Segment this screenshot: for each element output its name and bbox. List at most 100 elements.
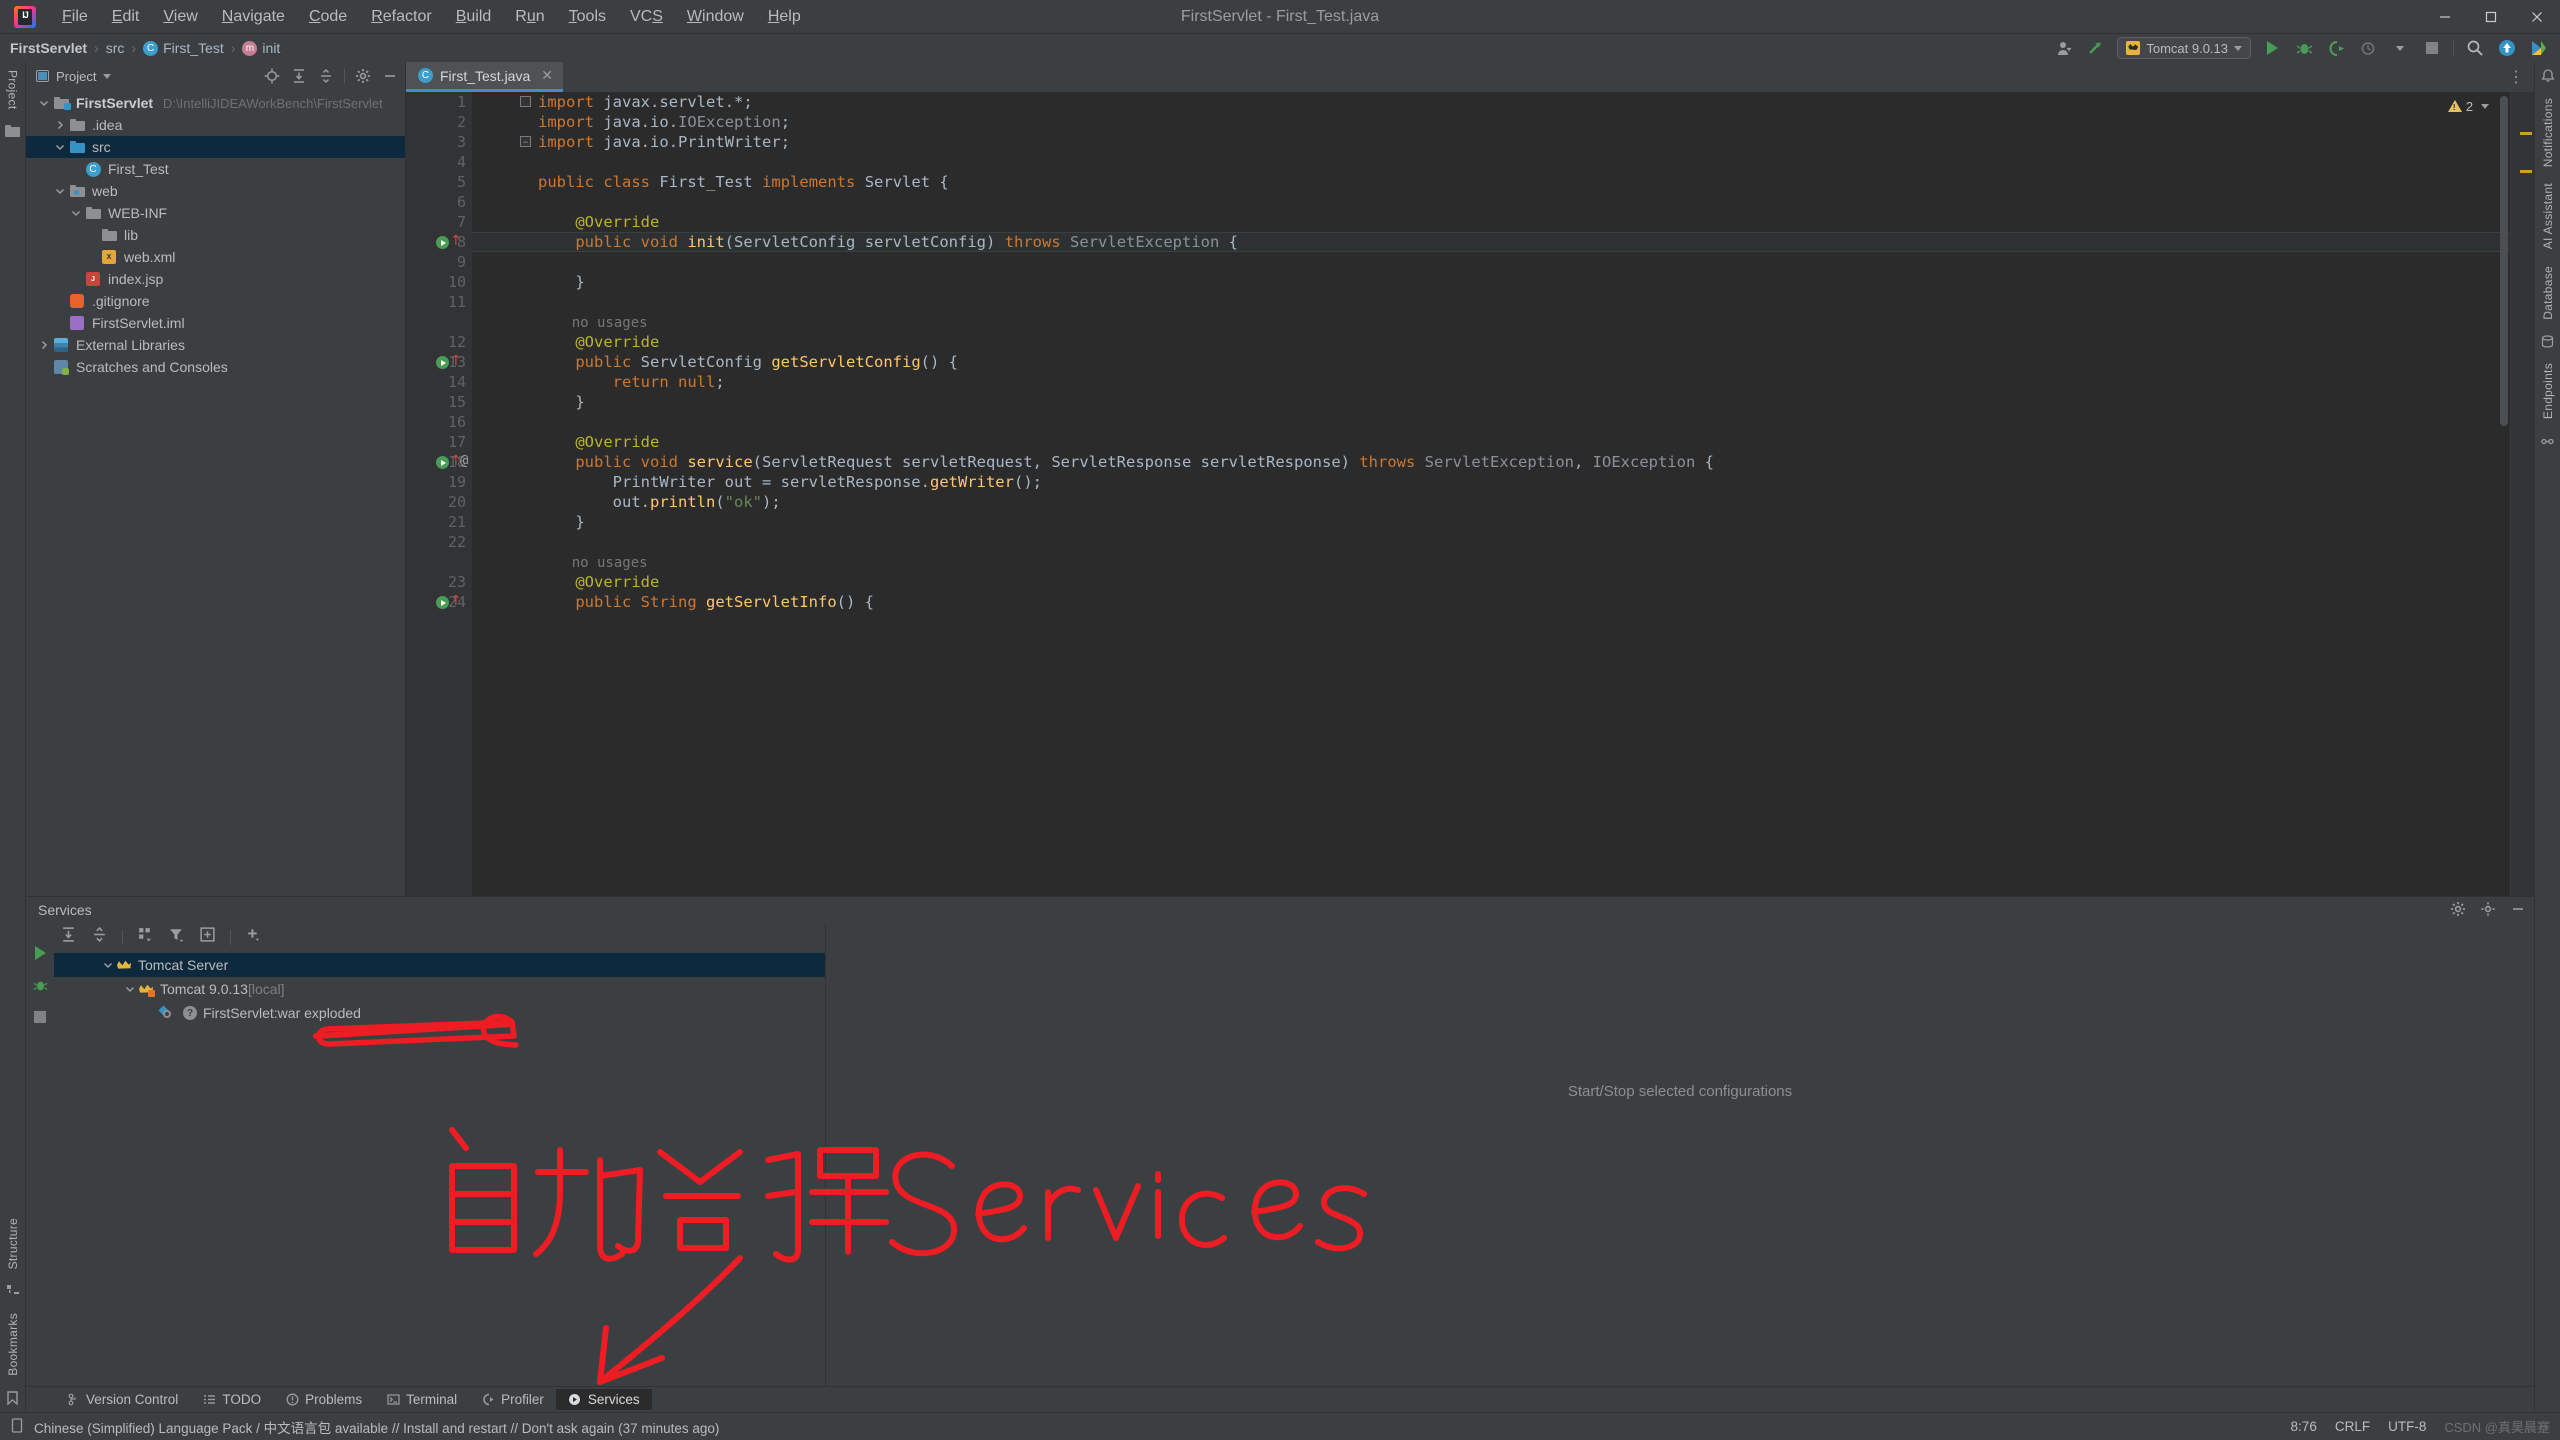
tree-node-first-test[interactable]: C First_Test [26, 158, 405, 180]
editor-body[interactable]: 1 2 3 4 5 6 7 8 ↑ 9 10 11 12 13 ↑ 14 15 16 17 18 ↑ @19 20 21 22 2… [406, 92, 2534, 896]
run-configuration-selector[interactable]: Tomcat 9.0.13 [2117, 37, 2251, 59]
rail-tab-bookmarks[interactable]: Bookmarks [6, 1305, 20, 1384]
locate-icon[interactable] [263, 67, 281, 85]
menu-item-window[interactable]: Window [675, 3, 756, 31]
chevron-down-icon[interactable] [52, 185, 68, 197]
menu-item-tools[interactable]: Tools [557, 3, 618, 31]
rail-tab-structure[interactable]: Structure [6, 1210, 20, 1277]
close-button[interactable] [2514, 0, 2560, 34]
menu-item-navigate[interactable]: Navigate [210, 3, 297, 31]
filter-icon[interactable] [168, 926, 185, 948]
editor-vertical-scrollbar[interactable] [2500, 96, 2508, 426]
notifications-bell-icon[interactable] [2540, 68, 2556, 84]
stop-icon[interactable] [32, 1009, 48, 1025]
tree-node-web-inf[interactable]: WEB-INF [26, 202, 405, 224]
editor-tab-first-test[interactable]: C First_Test.java ✕ [406, 62, 563, 92]
collapse-all-icon[interactable] [317, 67, 335, 85]
tool-tab-todo[interactable]: TODO [190, 1389, 273, 1410]
gutter-annotation-icon[interactable]: @ [460, 453, 468, 469]
run-with-coverage-button[interactable] [2325, 37, 2347, 59]
services-node-tomcat-server[interactable]: Tomcat Server [54, 953, 825, 977]
user-account-icon[interactable] [2053, 37, 2075, 59]
maximize-button[interactable] [2468, 0, 2514, 34]
run-icon[interactable] [32, 945, 48, 961]
tree-node-firstservlet-iml[interactable]: FirstServlet.iml [26, 312, 405, 334]
analysis-scrollbar[interactable] [2510, 92, 2534, 896]
menu-item-vcs[interactable]: VCS [618, 3, 675, 31]
breadcrumb-item-first-test[interactable]: C First_Test [143, 40, 224, 56]
services-node-tomcat-9-0-13[interactable]: Tomcat 9.0.13 [local] [54, 977, 825, 1001]
profiler-chevron-icon[interactable] [2389, 37, 2411, 59]
chevron-down-icon[interactable] [36, 97, 52, 109]
project-tree[interactable]: FirstServlet D:\IntelliJIDEAWorkBench\Fir… [26, 90, 405, 896]
rail-tab-endpoints[interactable]: Endpoints [2541, 355, 2555, 427]
tree-node-scratches-and-consoles[interactable]: Scratches and Consoles [26, 356, 405, 378]
expand-all-icon[interactable] [60, 926, 77, 948]
editor-gutter[interactable]: 1 2 3 4 5 6 7 8 ↑ 9 10 11 12 13 ↑ 14 15 16 17 18 ↑ @19 20 21 22 2… [406, 92, 472, 896]
tree-node-web-xml[interactable]: Xweb.xml [26, 246, 405, 268]
tool-tab-terminal[interactable]: Terminal [374, 1389, 469, 1410]
profiler-button[interactable] [2357, 37, 2379, 59]
chevron-right-icon[interactable] [52, 119, 68, 131]
close-icon[interactable]: ✕ [541, 67, 553, 84]
stop-button[interactable] [2421, 37, 2443, 59]
services-settings-icon[interactable] [2450, 901, 2466, 920]
tree-node--gitignore[interactable]: .gitignore [26, 290, 405, 312]
expand-all-icon[interactable] [290, 67, 308, 85]
debug-button[interactable] [2293, 37, 2315, 59]
tree-node-external-libraries[interactable]: External Libraries [26, 334, 405, 356]
code-content[interactable]: import javax.servlet.*; import java.io.IO… [472, 92, 2534, 896]
tool-tab-profiler[interactable]: Profiler [469, 1389, 556, 1410]
menu-item-build[interactable]: Build [444, 3, 504, 31]
services-hide-icon[interactable] [2510, 901, 2526, 920]
tool-tab-version-control[interactable]: Version Control [54, 1389, 190, 1410]
menu-item-run[interactable]: Run [503, 3, 556, 31]
minimize-button[interactable] [2422, 0, 2468, 34]
new-tab-icon[interactable] [199, 926, 216, 948]
services-node-firstservlet-war-exploded[interactable]: ? FirstServlet:war exploded [54, 1001, 825, 1025]
update-project-icon[interactable] [2496, 37, 2518, 59]
run-button[interactable] [2261, 37, 2283, 59]
caret-position[interactable]: 8:76 [2291, 1419, 2317, 1434]
breadcrumb-item-init[interactable]: m init [242, 40, 280, 56]
services-tree[interactable]: Tomcat Server Tomcat 9.0.13 [local]? First… [54, 951, 825, 1386]
ide-settings-icon[interactable] [2528, 37, 2550, 59]
chevron-down-icon[interactable] [100, 959, 116, 971]
breadcrumb-item-firstservlet[interactable]: FirstServlet [10, 40, 87, 56]
collapse-all-icon[interactable] [91, 926, 108, 948]
services-more-icon[interactable] [2480, 901, 2496, 920]
breadcrumb-item-src[interactable]: src [106, 40, 125, 56]
gutter-overriding-method-icon[interactable]: ↑ [450, 233, 462, 249]
gutter-overriding-method-icon[interactable]: ↑ [450, 593, 462, 609]
gutter-overriding-method-icon[interactable]: ↑ [450, 353, 462, 369]
code-folding-marker[interactable] [520, 96, 531, 107]
more-tabs-icon[interactable]: ⋮ [2508, 67, 2524, 87]
debug-icon[interactable] [32, 977, 48, 993]
menu-item-edit[interactable]: Edit [100, 3, 152, 31]
chevron-down-icon[interactable] [122, 983, 138, 995]
search-icon[interactable] [2464, 37, 2486, 59]
file-encoding[interactable]: UTF-8 [2388, 1419, 2426, 1434]
line-separator[interactable]: CRLF [2335, 1419, 2370, 1434]
chevron-down-icon[interactable] [52, 141, 68, 153]
menu-item-code[interactable]: Code [297, 3, 359, 31]
status-message[interactable]: Chinese (Simplified) Language Pack / 中文语… [34, 1417, 719, 1437]
menu-item-refactor[interactable]: Refactor [359, 3, 443, 31]
tree-node-firstservlet[interactable]: FirstServlet D:\IntelliJIDEAWorkBench\Fir… [26, 92, 405, 114]
tool-tab-problems[interactable]: Problems [273, 1389, 374, 1410]
tree-node--idea[interactable]: .idea [26, 114, 405, 136]
tree-node-index-jsp[interactable]: Jindex.jsp [26, 268, 405, 290]
chevron-down-icon[interactable] [68, 207, 84, 219]
menu-item-view[interactable]: View [151, 3, 209, 31]
rail-tab-database[interactable]: Database [2541, 258, 2555, 328]
gear-icon[interactable] [354, 67, 372, 85]
menu-item-help[interactable]: Help [756, 3, 813, 31]
menu-item-file[interactable]: File [50, 3, 100, 31]
rail-tab-notifications[interactable]: Notifications [2541, 90, 2555, 175]
group-icon[interactable] [137, 926, 154, 948]
gutter-run-icon[interactable] [436, 596, 449, 609]
tree-node-web[interactable]: web [26, 180, 405, 202]
add-icon[interactable] [245, 926, 262, 948]
gutter-run-icon[interactable] [436, 456, 449, 469]
hide-tool-window-icon[interactable] [381, 67, 399, 85]
